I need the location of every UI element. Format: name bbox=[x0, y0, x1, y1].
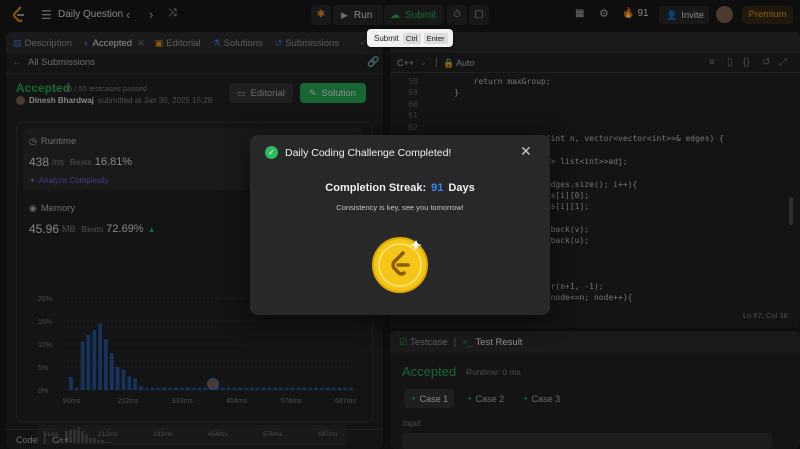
streak-value: 91 bbox=[431, 182, 444, 194]
check-circle-icon: ✓ bbox=[265, 146, 278, 159]
coin-badge-icon bbox=[370, 233, 430, 293]
streak-line: Completion Streak: 91 Days bbox=[250, 182, 550, 194]
shortcut-key-enter: Enter bbox=[423, 32, 448, 44]
shortcut-key-ctrl: Ctrl bbox=[402, 32, 421, 44]
challenge-completed-modal: ✓ Daily Coding Challenge Completed! ✕ Co… bbox=[250, 135, 550, 315]
close-icon[interactable]: ✕ bbox=[520, 143, 532, 160]
modal-title: Daily Coding Challenge Completed! bbox=[285, 147, 452, 159]
modal-message: Consistency is key, see you tomorrow! bbox=[336, 203, 464, 212]
tooltip-label: Submit bbox=[374, 33, 399, 43]
streak-prefix: Completion Streak: bbox=[325, 182, 427, 194]
streak-suffix: Days bbox=[448, 182, 475, 194]
submit-shortcut-tooltip: Submit Ctrl Enter bbox=[367, 29, 453, 47]
